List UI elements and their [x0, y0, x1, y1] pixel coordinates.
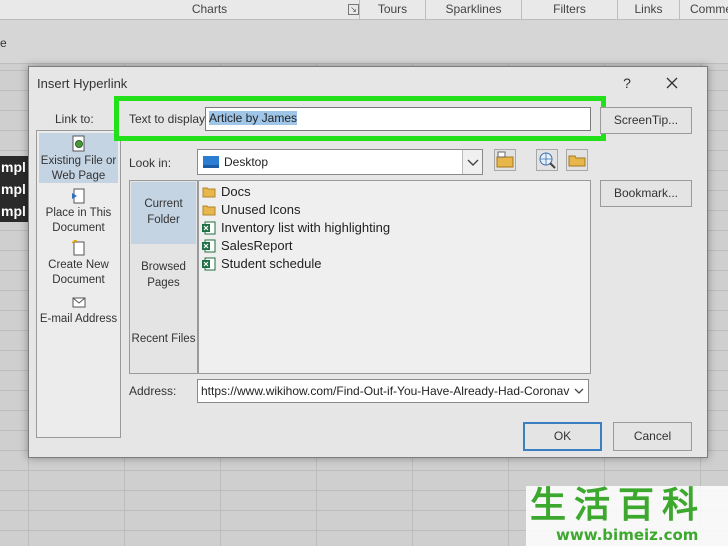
ribbon-group-label: Links [634, 2, 663, 16]
link-to-label-text: Create New Document [48, 259, 109, 286]
file-list[interactable]: Docs Unused Icons Inventory list with hi… [198, 180, 591, 374]
new-document-icon [71, 239, 87, 257]
ribbon-group-label: Sparklines [445, 2, 502, 16]
dialog-launcher-icon[interactable]: ↘ [348, 4, 359, 15]
browse-web-button[interactable] [536, 149, 558, 171]
address-label: Address: [129, 384, 177, 398]
place-browsed-pages[interactable]: Browsed Pages [131, 245, 196, 307]
cancel-button[interactable]: Cancel [613, 422, 692, 451]
place-current-folder[interactable]: Current Folder [131, 182, 196, 244]
watermark: 生活百科 www.bimeiz.com [526, 486, 728, 546]
list-item[interactable]: Inventory list with highlighting [199, 219, 590, 237]
ok-button[interactable]: OK [523, 422, 602, 451]
look-in-dropdown[interactable]: Desktop [197, 149, 483, 175]
ribbon-group-label: Comme [690, 2, 728, 16]
browse-file-button[interactable] [566, 149, 588, 171]
list-item[interactable]: Unused Icons [199, 201, 590, 219]
link-to-label-text: Place in This Document [45, 207, 112, 234]
places-pane: Current Folder Browsed Pages Recent File… [129, 180, 198, 374]
web-page-icon [71, 135, 87, 153]
place-label: Current Folder [144, 198, 183, 226]
list-item[interactable]: SalesReport [199, 237, 590, 255]
excel-ribbon: Charts ↘ Tours Sparklines Filters Links … [0, 0, 728, 20]
link-to-email-address[interactable]: E-mail Address [39, 291, 118, 343]
close-icon [666, 77, 678, 89]
dialog-title: Insert Hyperlink [37, 76, 128, 91]
file-name: Docs [221, 184, 251, 199]
file-name: Student schedule [221, 256, 322, 271]
cell[interactable]: mpl [0, 178, 30, 200]
excel-file-icon [202, 239, 216, 253]
open-folder-icon [568, 155, 586, 167]
look-in-value: Desktop [224, 155, 269, 169]
insert-hyperlink-dialog: Insert Hyperlink ? Link to: Existing Fil… [28, 66, 708, 458]
excel-file-icon [202, 257, 216, 271]
cell[interactable]: mpl [0, 156, 30, 178]
ribbon-group-label: Filters [553, 2, 586, 16]
ribbon-group-tours[interactable]: Tours [360, 0, 426, 20]
globe-search-icon [539, 152, 556, 169]
help-button[interactable]: ? [618, 73, 636, 93]
chevron-down-icon[interactable] [570, 380, 588, 402]
ribbon-group-filters[interactable]: Filters [522, 0, 618, 20]
screentip-button[interactable]: ScreenTip... [600, 107, 692, 134]
place-recent-files[interactable]: Recent Files [131, 317, 196, 379]
link-to-pane: Existing File or Web Page Place in This … [36, 130, 121, 438]
excel-file-icon [202, 221, 216, 235]
link-to-label: Link to: [55, 112, 94, 126]
folder-icon [202, 203, 216, 217]
text-to-display-input[interactable]: Article by James [205, 107, 591, 131]
ribbon-group-label: Tours [377, 2, 408, 16]
ribbon-group-charts[interactable]: Charts [60, 0, 360, 20]
folder-icon [202, 185, 216, 199]
up-folder-icon [496, 151, 514, 168]
file-name: Unused Icons [221, 202, 301, 217]
cell[interactable]: mpl [0, 200, 30, 222]
ribbon-group-comments[interactable]: Comme [680, 0, 728, 20]
file-name: SalesReport [221, 238, 293, 253]
ribbon-group-sparklines[interactable]: Sparklines [426, 0, 522, 20]
place-in-document-icon [71, 187, 87, 205]
list-item[interactable]: Docs [199, 183, 590, 201]
formula-bar-area: e [0, 20, 728, 64]
list-item[interactable]: Student schedule [199, 255, 590, 273]
place-label: Recent Files [131, 333, 196, 345]
ribbon-group-links[interactable]: Links [618, 0, 680, 20]
ribbon-group-label: Charts [191, 2, 228, 16]
text-to-display-value: Article by James [209, 111, 298, 125]
link-to-place-in-document[interactable]: Place in This Document [39, 185, 118, 237]
desktop-icon [203, 156, 219, 168]
selected-cells[interactable]: mpl mpl mpl [0, 156, 30, 222]
email-icon [71, 293, 87, 311]
file-name: Inventory list with highlighting [221, 220, 391, 235]
place-label: Browsed Pages [141, 261, 186, 289]
up-one-folder-button[interactable] [494, 149, 516, 171]
text-to-display-label: Text to display: [129, 112, 209, 126]
watermark-logo: 生活百科 [530, 485, 707, 526]
bookmark-button[interactable]: Bookmark... [600, 180, 692, 207]
look-in-label: Look in: [129, 156, 172, 170]
link-to-label-text: E-mail Address [39, 313, 118, 325]
close-button[interactable] [662, 72, 682, 94]
link-to-label-text: Existing File or Web Page [40, 155, 117, 182]
chevron-down-icon[interactable] [462, 150, 482, 174]
link-to-create-new-document[interactable]: Create New Document [39, 237, 118, 289]
name-box-fragment: e [0, 36, 7, 50]
link-to-existing-file[interactable]: Existing File or Web Page [39, 133, 118, 183]
watermark-url: www.bimeiz.com [556, 526, 699, 544]
address-input[interactable]: https://www.wikihow.com/Find-Out-if-You-… [197, 379, 589, 403]
